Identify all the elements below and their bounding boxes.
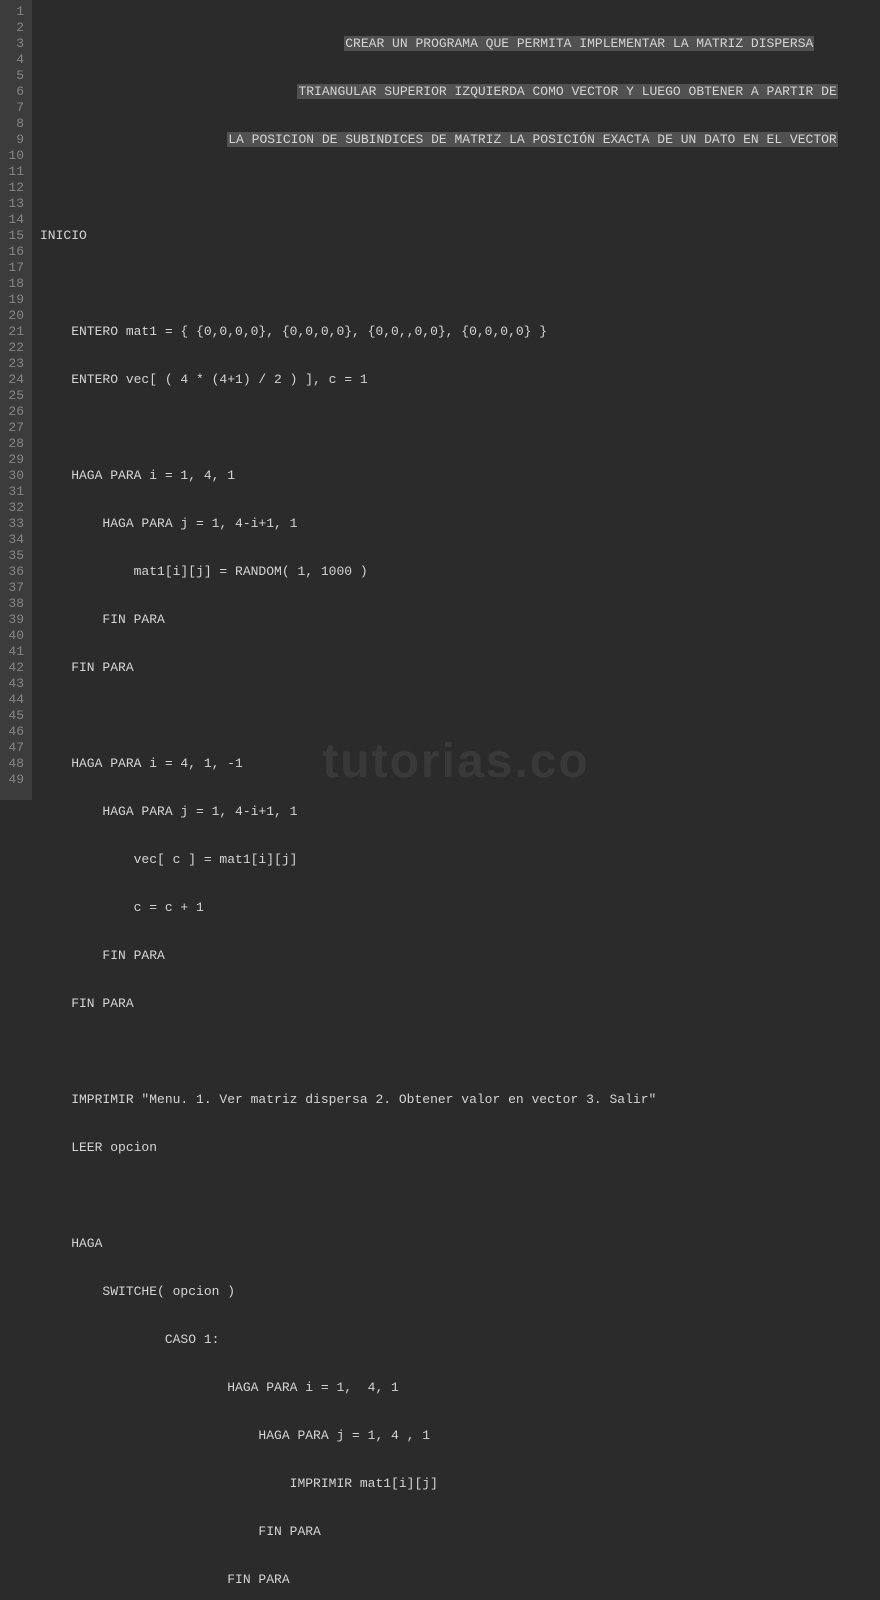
line-number: 40 [4,628,24,644]
code-line: FIN PARA [40,1524,880,1540]
code-line [40,1188,880,1204]
code-line: INICIO [40,228,880,244]
comment-text: LA POSICION DE SUBINDICES DE MATRIZ LA P… [227,132,838,147]
line-number: 20 [4,308,24,324]
line-number: 15 [4,228,24,244]
line-number: 3 [4,36,24,52]
line-number: 4 [4,52,24,68]
line-number: 11 [4,164,24,180]
line-number: 19 [4,292,24,308]
code-line: HAGA PARA j = 1, 4-i+1, 1 [40,516,880,532]
line-number: 28 [4,436,24,452]
code-line [40,1044,880,1060]
code-line: c = c + 1 [40,900,880,916]
line-number: 25 [4,388,24,404]
code-area: CREAR UN PROGRAMA QUE PERMITA IMPLEMENTA… [32,0,880,800]
line-number: 26 [4,404,24,420]
code-line: FIN PARA [40,948,880,964]
line-number: 42 [4,660,24,676]
comment-text: TRIANGULAR SUPERIOR IZQUIERDA COMO VECTO… [297,84,837,99]
line-number: 17 [4,260,24,276]
code-line: FIN PARA [40,996,880,1012]
comment-text: CREAR UN PROGRAMA QUE PERMITA IMPLEMENTA… [344,36,814,51]
line-number: 7 [4,100,24,116]
line-number: 43 [4,676,24,692]
line-number: 37 [4,580,24,596]
code-line: HAGA [40,1236,880,1252]
code-line: ENTERO vec[ ( 4 * (4+1) / 2 ) ], c = 1 [40,372,880,388]
code-line: HAGA PARA j = 1, 4-i+1, 1 [40,804,880,820]
line-number: 16 [4,244,24,260]
line-number: 18 [4,276,24,292]
line-number: 10 [4,148,24,164]
code-line: ENTERO mat1 = { {0,0,0,0}, {0,0,0,0}, {0… [40,324,880,340]
line-number: 32 [4,500,24,516]
line-number: 24 [4,372,24,388]
comment-line: LA POSICION DE SUBINDICES DE MATRIZ LA P… [40,132,880,148]
code-line [40,276,880,292]
code-line: mat1[i][j] = RANDOM( 1, 1000 ) [40,564,880,580]
line-number: 48 [4,756,24,772]
comment-line: TRIANGULAR SUPERIOR IZQUIERDA COMO VECTO… [40,84,880,100]
line-number: 46 [4,724,24,740]
line-number: 13 [4,196,24,212]
line-number: 29 [4,452,24,468]
code-line: LEER opcion [40,1140,880,1156]
line-number: 27 [4,420,24,436]
line-number: 35 [4,548,24,564]
code-line [40,420,880,436]
line-number: 47 [4,740,24,756]
code-line: FIN PARA [40,1572,880,1588]
line-number: 8 [4,116,24,132]
line-number: 34 [4,532,24,548]
line-number: 44 [4,692,24,708]
line-number: 49 [4,772,24,788]
code-line: IMPRIMIR mat1[i][j] [40,1476,880,1492]
comment-line: CREAR UN PROGRAMA QUE PERMITA IMPLEMENTA… [40,36,880,52]
line-number: 22 [4,340,24,356]
line-number: 36 [4,564,24,580]
code-line: HAGA PARA i = 1, 4, 1 [40,468,880,484]
line-number: 23 [4,356,24,372]
line-number: 38 [4,596,24,612]
code-line: FIN PARA [40,612,880,628]
line-number: 30 [4,468,24,484]
line-number: 33 [4,516,24,532]
line-number: 21 [4,324,24,340]
code-line: FIN PARA [40,660,880,676]
line-number: 12 [4,180,24,196]
line-number: 2 [4,20,24,36]
line-number: 9 [4,132,24,148]
line-number: 5 [4,68,24,84]
code-line: HAGA PARA j = 1, 4 , 1 [40,1428,880,1444]
line-number: 39 [4,612,24,628]
code-line [40,180,880,196]
line-number: 41 [4,644,24,660]
code-line: CASO 1: [40,1332,880,1348]
line-number: 45 [4,708,24,724]
code-line: IMPRIMIR "Menu. 1. Ver matriz dispersa 2… [40,1092,880,1108]
code-line: SWITCHE( opcion ) [40,1284,880,1300]
line-number-gutter: 1234567891011121314151617181920212223242… [0,0,32,800]
line-number: 31 [4,484,24,500]
line-number: 14 [4,212,24,228]
code-line [40,708,880,724]
line-number: 6 [4,84,24,100]
code-editor: 1234567891011121314151617181920212223242… [0,0,880,800]
code-line: HAGA PARA i = 4, 1, -1 [40,756,880,772]
code-line: vec[ c ] = mat1[i][j] [40,852,880,868]
code-line: HAGA PARA i = 1, 4, 1 [40,1380,880,1396]
line-number: 1 [4,4,24,20]
